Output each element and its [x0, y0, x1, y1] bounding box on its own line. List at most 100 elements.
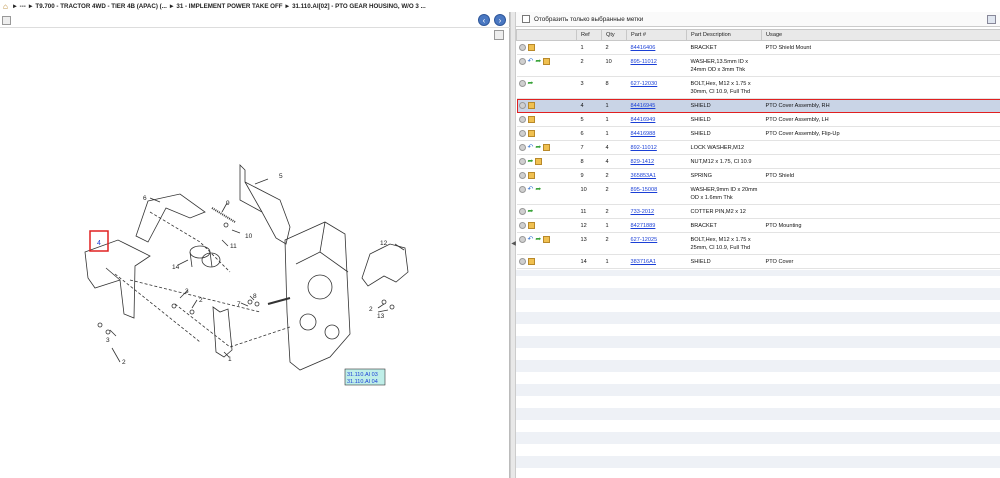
part-box-icon[interactable]	[543, 144, 551, 152]
qty-cell: 1	[601, 112, 627, 127]
qty-cell: 8	[601, 76, 627, 99]
part-number-link[interactable]: 84271889	[631, 223, 656, 229]
callout-2b[interactable]: 2	[122, 359, 126, 366]
table-row[interactable]: 12 1 84271889 BRACKET PTO Mounting	[516, 218, 1000, 233]
info-icon[interactable]	[518, 44, 526, 52]
table-row[interactable]: 6 1 84416988 SHIELD PTO Cover Assembly, Flip…	[516, 126, 1000, 141]
part-number-link[interactable]: 733-2012	[631, 209, 655, 215]
table-row[interactable]: ↶ ➦ 2 10 895-11012 WASHER,13.5mm ID x 24mm OD…	[516, 54, 1000, 77]
info-icon[interactable]	[518, 236, 526, 244]
info-icon[interactable]	[518, 258, 526, 266]
callout-13[interactable]: 13	[377, 313, 385, 320]
expand-icon[interactable]	[2, 16, 11, 25]
info-icon[interactable]	[518, 130, 526, 138]
table-row[interactable]: ➦ 8 4 829-1412 NUT,M12 x 1.75, Cl 10.9	[516, 154, 1000, 169]
home-icon[interactable]: ⌂	[3, 2, 8, 11]
column-header[interactable]: Part Description	[686, 29, 762, 41]
part-box-icon[interactable]	[527, 130, 535, 138]
table-row[interactable]: 5 1 84416949 SHIELD PTO Cover Assembly, LH	[516, 112, 1000, 127]
part-box-icon[interactable]	[543, 58, 551, 66]
part-number-cell: 84416406	[626, 40, 687, 55]
part-number-link[interactable]: 892-11012	[631, 145, 657, 151]
add-to-cart-icon[interactable]: ➦	[528, 80, 534, 87]
table-row[interactable]: ➦ 11 2 733-2012 COTTER PIN,M2 x 12	[516, 204, 1000, 219]
description-cell: NUT,M12 x 1.75, Cl 10.9	[686, 154, 762, 169]
show-selected-checkbox[interactable]	[522, 15, 530, 23]
part-number-link[interactable]: 84416988	[631, 131, 656, 137]
info-icon[interactable]	[518, 172, 526, 180]
info-icon[interactable]	[518, 58, 526, 66]
callout-11[interactable]: 11	[230, 243, 237, 250]
add-to-cart-icon[interactable]: ➦	[528, 208, 534, 215]
callout-6[interactable]: 6	[143, 195, 147, 202]
add-to-cart-icon[interactable]: ➦	[535, 236, 541, 243]
back-button[interactable]: ‹	[478, 14, 490, 26]
column-header[interactable]: Ref	[576, 29, 602, 41]
add-to-cart-icon[interactable]: ➦	[535, 58, 541, 65]
replace-arrow-icon[interactable]: ↶	[528, 58, 534, 65]
part-box-icon[interactable]	[527, 222, 535, 230]
table-row[interactable]: 9 2 365853A1 SPRING PTO Shield	[516, 168, 1000, 183]
part-box-icon[interactable]	[527, 116, 535, 124]
forward-button[interactable]: ›	[494, 14, 506, 26]
replace-arrow-icon[interactable]: ↶	[528, 236, 534, 243]
part-number-link[interactable]: 627-12030	[631, 81, 658, 87]
part-box-icon[interactable]	[527, 172, 535, 180]
part-number-link[interactable]: 383716A1	[631, 259, 657, 265]
part-number-link[interactable]: 84416949	[631, 117, 656, 123]
part-number-link[interactable]: 84416406	[631, 45, 656, 51]
table-row[interactable]: 4 1 84416945 SHIELD PTO Cover Assembly, RH	[516, 98, 1000, 113]
maximize-icon[interactable]	[987, 15, 996, 24]
callout-3b[interactable]: 3	[106, 337, 110, 344]
callout-9[interactable]: 9	[226, 200, 230, 207]
callout-3[interactable]: 3	[185, 288, 189, 295]
info-icon[interactable]	[518, 186, 526, 194]
column-header[interactable]: Part #	[626, 29, 687, 41]
breadcrumb-text[interactable]: ► --- ► T9.700 - TRACTOR 4WD - TIER 4B (…	[12, 3, 426, 10]
part-number-link[interactable]: 895-11012	[631, 59, 657, 65]
info-icon[interactable]	[518, 116, 526, 124]
callout-2c[interactable]: 2	[369, 306, 373, 313]
table-row[interactable]: ➦ 3 8 627-12030 BOLT,Hex, M12 x 1.75 x 30mm,…	[516, 76, 1000, 99]
part-number-link[interactable]: 627-12025	[631, 237, 658, 243]
callout-1[interactable]: 1	[228, 356, 232, 363]
callout-4[interactable]: 4	[97, 240, 101, 247]
add-to-cart-icon[interactable]: ➦	[528, 158, 534, 165]
callout-2[interactable]: 2	[199, 297, 203, 304]
part-box-icon[interactable]	[527, 44, 535, 52]
info-icon[interactable]	[518, 80, 526, 88]
add-to-cart-icon[interactable]: ➦	[535, 186, 541, 193]
part-box-icon[interactable]	[527, 102, 535, 110]
add-to-cart-icon[interactable]: ➦	[535, 144, 541, 151]
callout-14[interactable]: 14	[172, 264, 180, 271]
info-icon[interactable]	[518, 222, 526, 230]
table-row[interactable]: ↶ ➦ 7 4 892-11012 LOCK WASHER,M12	[516, 140, 1000, 155]
info-icon[interactable]	[518, 158, 526, 166]
table-row[interactable]: ↶ ➦ 10 2 895-15008 WASHER,9mm ID x 20mm OD x …	[516, 182, 1000, 205]
part-number-link[interactable]: 829-1412	[631, 159, 655, 165]
part-number-link[interactable]: 84416945	[631, 103, 656, 109]
table-row[interactable]: 14 1 383716A1 SHIELD PTO Cover	[516, 254, 1000, 269]
part-box-icon[interactable]	[543, 236, 551, 244]
callout-8[interactable]: 8	[253, 293, 257, 300]
callout-12[interactable]: 12	[380, 240, 388, 247]
part-box-icon[interactable]	[535, 158, 543, 166]
callout-10[interactable]: 10	[245, 233, 253, 240]
info-icon[interactable]	[518, 144, 526, 152]
link-31-110-ai-03[interactable]: 31.110.AI 03	[347, 372, 378, 378]
table-row[interactable]: ↶ ➦ 13 2 627-12025 BOLT,Hex, M12 x 1.75 x 25m…	[516, 232, 1000, 255]
table-row[interactable]: 1 2 84416406 BRACKET PTO Shield Mount	[516, 40, 1000, 55]
part-box-icon[interactable]	[527, 258, 535, 266]
replace-arrow-icon[interactable]: ↶	[528, 186, 534, 193]
part-number-link[interactable]: 895-15008	[631, 187, 658, 193]
link-31-110-ai-04[interactable]: 31.110.AI 04	[347, 379, 378, 385]
column-header[interactable]: Usage	[761, 29, 1000, 41]
info-icon[interactable]	[518, 208, 526, 216]
info-icon[interactable]	[518, 102, 526, 110]
replace-arrow-icon[interactable]: ↶	[528, 144, 534, 151]
column-header[interactable]	[516, 29, 577, 41]
part-number-link[interactable]: 365853A1	[631, 173, 657, 179]
column-header[interactable]: Qty	[601, 29, 627, 41]
callout-5[interactable]: 5	[279, 173, 283, 180]
callout-7[interactable]: 7	[237, 301, 241, 308]
